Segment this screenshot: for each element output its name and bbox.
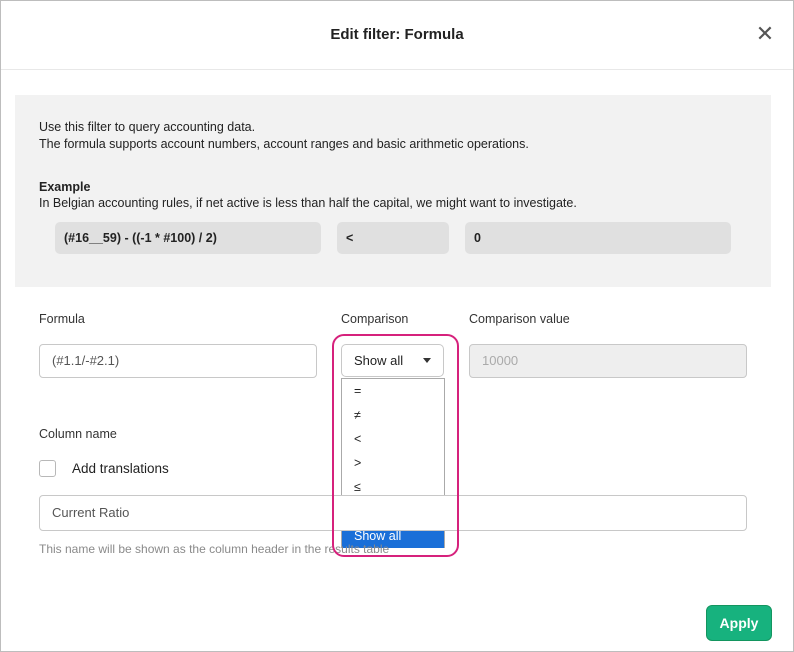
comparison-selected-value: Show all <box>354 353 404 368</box>
column-name-label: Column name <box>39 427 117 441</box>
info-line-2: The formula supports account numbers, ac… <box>39 137 529 151</box>
comparison-value-label: Comparison value <box>469 312 570 326</box>
formula-input[interactable]: (#1.1/-#2.1) <box>39 344 317 378</box>
example-value: 0 <box>465 222 731 254</box>
dialog-header: Edit filter: Formula ✕ <box>1 1 793 70</box>
column-name-input[interactable]: Current Ratio <box>39 495 747 531</box>
option-not-equal[interactable]: ≠ <box>342 403 444 427</box>
example-heading: Example <box>39 180 91 194</box>
apply-button[interactable]: Apply <box>706 605 772 641</box>
edit-filter-dialog: Edit filter: Formula ✕ Use this filter t… <box>0 0 794 652</box>
option-greater-than[interactable]: > <box>342 451 444 475</box>
formula-label: Formula <box>39 312 85 326</box>
example-comparison: < <box>337 222 449 254</box>
comparison-select[interactable]: Show all <box>341 344 444 377</box>
example-description: In Belgian accounting rules, if net acti… <box>39 196 577 210</box>
dialog-title: Edit filter: Formula <box>330 26 464 43</box>
column-name-hint: This name will be shown as the column he… <box>39 542 390 556</box>
add-translations-checkbox[interactable] <box>39 460 56 477</box>
caret-down-icon <box>423 358 431 363</box>
info-panel: Use this filter to query accounting data… <box>15 95 771 287</box>
close-icon[interactable]: ✕ <box>755 23 775 45</box>
comparison-value-input[interactable]: 10000 <box>469 344 747 378</box>
option-less-than[interactable]: < <box>342 427 444 451</box>
add-translations-label[interactable]: Add translations <box>72 461 169 476</box>
option-equal[interactable]: = <box>342 379 444 403</box>
info-line-1: Use this filter to query accounting data… <box>39 120 256 134</box>
example-formula: (#16__59) - ((-1 * #100) / 2) <box>55 222 321 254</box>
comparison-label: Comparison <box>341 312 409 326</box>
